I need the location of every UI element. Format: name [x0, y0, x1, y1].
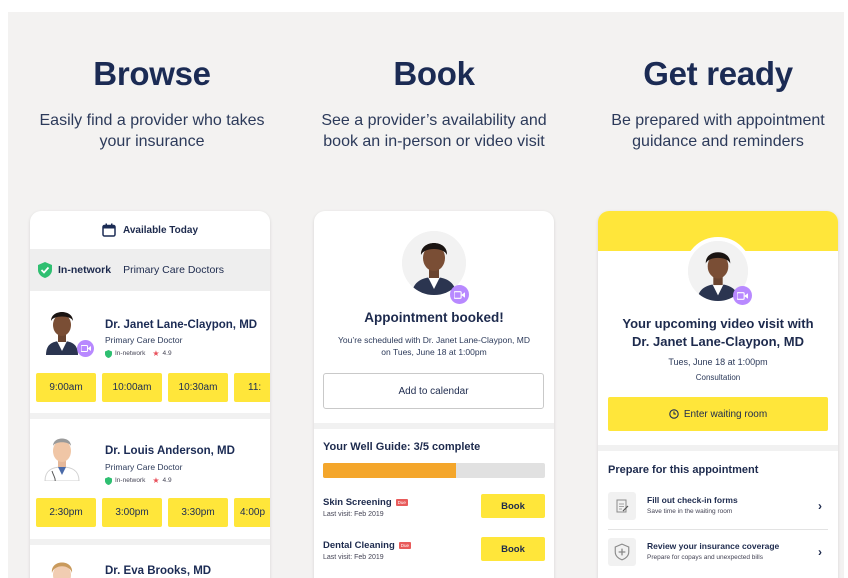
- prep-item-title: Fill out check-in forms: [647, 495, 738, 505]
- provider-specialty: Primary Care Doctor: [105, 462, 183, 472]
- ready-card: Your upcoming video visit with Dr. Janet…: [598, 211, 838, 578]
- title-line: Dr. Janet Lane-Claypon, MD: [632, 334, 804, 349]
- in-network-label: In-network: [58, 264, 112, 276]
- ready-subtitle: Be prepared with appointment guidance an…: [611, 112, 825, 150]
- provider-name: Dr. Louis Anderson, MD: [105, 445, 235, 457]
- progress-fill: [323, 463, 457, 478]
- provider-rating: 4.9: [162, 350, 172, 357]
- video-visit-icon: [77, 340, 94, 357]
- star-icon: ★: [152, 476, 160, 485]
- chevron-right-icon: ›: [818, 545, 822, 559]
- provider-network: In-network: [115, 477, 146, 484]
- prep-item-title: Review your insurance coverage: [647, 541, 780, 551]
- provider-meta: In-network ★ 4.9: [105, 476, 172, 485]
- confirmation-line: You’re scheduled with Dr. Janet Lane-Cla…: [338, 335, 530, 345]
- browse-column: Browse Easily find a provider who takes …: [22, 12, 282, 152]
- provider-name: Dr. Janet Lane-Claypon, MD: [105, 319, 258, 331]
- time-slot[interactable]: 3:30pm: [168, 498, 228, 527]
- time-slot[interactable]: 11:: [234, 373, 270, 402]
- provider-specialty: Primary Care Doctor: [105, 335, 183, 345]
- time-slot[interactable]: 2:30pm: [36, 498, 96, 527]
- divider: [30, 539, 270, 545]
- calendar-icon: [102, 223, 116, 237]
- confirmation-line: on Tues, June 18 at 1:00pm: [381, 347, 487, 357]
- provider-meta: In-network ★ 4.9: [105, 349, 172, 358]
- provider-avatar: [51, 562, 73, 578]
- network-filter-bar[interactable]: In-network Primary Care Doctors: [30, 249, 270, 291]
- ready-column: Get ready Be prepared with appointment g…: [588, 12, 844, 152]
- promo-panel: Browse Easily find a provider who takes …: [8, 12, 844, 578]
- network-shield-icon: [105, 476, 112, 485]
- due-badge: Due: [398, 542, 412, 549]
- video-visit-icon: [733, 286, 752, 305]
- time-slots: 9:00am 10:00am 10:30am 11:: [36, 373, 270, 402]
- form-icon: [608, 492, 636, 520]
- well-guide-task: Skin Screening Due Last visit: Feb 2019 B…: [323, 494, 545, 518]
- insurance-shield-icon: [608, 538, 636, 566]
- available-today-filter[interactable]: Available Today: [30, 211, 270, 249]
- browse-subtitle: Easily find a provider who takes your in…: [39, 112, 265, 150]
- well-guide-title: Your Well Guide: 3/5 complete: [323, 441, 481, 453]
- enter-waiting-room-button[interactable]: Enter waiting room: [608, 397, 828, 431]
- well-guide-progress: [323, 463, 545, 478]
- ready-heading: Get ready: [643, 55, 793, 92]
- video-visit-icon: [450, 285, 469, 304]
- task-name: Dental Cleaning: [323, 540, 395, 551]
- add-to-calendar-button[interactable]: Add to calendar: [323, 373, 544, 409]
- divider: [598, 445, 838, 451]
- network-shield-icon: [105, 349, 112, 358]
- task-name: Skin Screening: [323, 497, 392, 508]
- time-slot[interactable]: 10:30am: [168, 373, 228, 402]
- book-task-button[interactable]: Book: [481, 537, 545, 561]
- prep-item-desc: Prepare for copays and unexpected bills: [647, 554, 763, 561]
- booked-title: Appointment booked!: [364, 310, 504, 325]
- upcoming-visit-title: Your upcoming video visit with Dr. Janet…: [598, 315, 838, 351]
- prepare-heading: Prepare for this appointment: [608, 464, 759, 476]
- time-slots: 2:30pm 3:00pm 3:30pm 4:00p: [36, 498, 270, 527]
- provider-rating: 4.9: [162, 477, 172, 484]
- divider: [608, 529, 828, 530]
- browse-heading: Browse: [93, 55, 211, 92]
- provider-name: Dr. Eva Brooks, MD: [105, 565, 212, 577]
- booking-confirmation: You’re scheduled with Dr. Janet Lane-Cla…: [314, 334, 554, 358]
- divider: [314, 423, 554, 429]
- time-slot[interactable]: 9:00am: [36, 373, 96, 402]
- visit-time: Tues, June 18 at 1:00pm: [668, 357, 768, 367]
- book-task-button[interactable]: Book: [481, 494, 545, 518]
- time-slot[interactable]: 3:00pm: [102, 498, 162, 527]
- clock-icon: [669, 409, 679, 419]
- time-slot[interactable]: 10:00am: [102, 373, 162, 402]
- book-heading: Book: [393, 55, 475, 92]
- prep-item-desc: Save time in the waiting room: [647, 508, 733, 515]
- shield-check-icon: [38, 262, 52, 278]
- browse-card: Available Today In-network Primary Care …: [30, 211, 270, 578]
- specialty-filter-label: Primary Care Doctors: [123, 264, 225, 276]
- provider-avatar: [46, 312, 78, 355]
- enter-waiting-room-label: Enter waiting room: [683, 408, 768, 420]
- title-line: Your upcoming video visit with: [622, 316, 814, 331]
- book-column: Book See a provider’s availability and b…: [304, 12, 564, 152]
- star-icon: ★: [152, 349, 160, 358]
- book-card: Appointment booked! You’re scheduled wit…: [314, 211, 554, 578]
- prep-item[interactable]: Review your insurance coverage Prepare f…: [608, 538, 828, 568]
- book-subtitle: See a provider’s availability and book a…: [321, 112, 547, 150]
- due-badge: Due: [395, 499, 408, 506]
- provider-avatar: [44, 438, 80, 481]
- well-guide-task: Dental Cleaning Due Last visit: Feb 2019 …: [323, 537, 545, 561]
- visit-type: Consultation: [695, 373, 741, 382]
- available-today-label: Available Today: [122, 224, 199, 236]
- provider-network: In-network: [115, 350, 146, 357]
- divider: [30, 413, 270, 419]
- prep-item[interactable]: Fill out check-in forms Save time in the…: [608, 492, 828, 522]
- time-slot[interactable]: 4:00p: [234, 498, 270, 527]
- chevron-right-icon: ›: [818, 499, 822, 513]
